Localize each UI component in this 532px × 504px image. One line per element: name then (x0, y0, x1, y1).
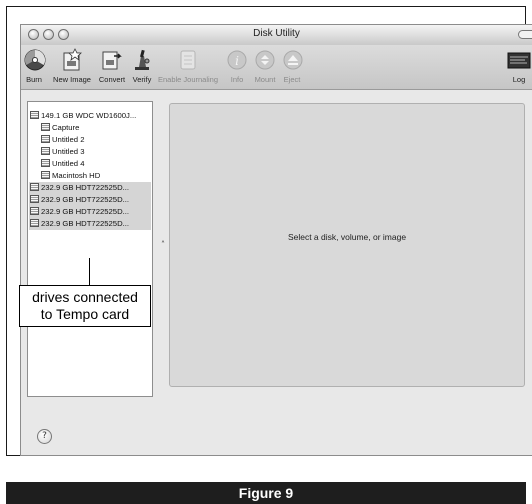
help-label: ? (42, 431, 47, 441)
convert-button[interactable]: Convert (97, 48, 127, 84)
callout-leader-line (89, 258, 90, 286)
hard-disk-icon (30, 183, 39, 191)
hard-disk-icon (30, 195, 39, 203)
enable-journaling-label: Enable Journaling (157, 75, 219, 84)
volume-item-label: Untitled 2 (52, 135, 85, 144)
help-button[interactable]: ? (37, 429, 52, 444)
title-bar: Disk Utility (21, 25, 532, 46)
eject-label: Eject (283, 75, 301, 84)
hard-disk-icon (30, 207, 39, 215)
disk-item-label: 232.9 GB HDT722525D... (41, 183, 130, 192)
volume-item-label: Capture (52, 123, 80, 132)
volume-icon (41, 159, 50, 167)
callout-line-1: drives connected (32, 289, 138, 305)
enable-journaling-icon (180, 50, 196, 70)
toolbar-toggle-button[interactable] (518, 30, 532, 39)
disk-item-label: 232.9 GB HDT722525D... (41, 207, 130, 216)
convert-label: Convert (98, 75, 126, 84)
log-icon (507, 52, 531, 69)
verify-icon (135, 49, 150, 70)
new-image-button[interactable]: New Image (49, 48, 95, 84)
window-title: Disk Utility (253, 28, 300, 39)
burn-icon (24, 49, 46, 71)
verify-label: Verify (132, 75, 152, 84)
convert-icon (102, 51, 122, 70)
log-button[interactable]: Log (507, 48, 531, 84)
volume-item[interactable]: Macintosh HD (41, 170, 100, 182)
hard-disk-icon (30, 219, 39, 227)
volume-icon (41, 147, 50, 155)
mount-label: Mount (254, 75, 276, 84)
volume-icon (41, 135, 50, 143)
volume-item-label: Untitled 4 (52, 159, 85, 168)
enable-journaling-button[interactable]: Enable Journaling (157, 48, 219, 84)
hard-disk-icon (30, 111, 39, 119)
figure-caption: Figure 9 (6, 482, 526, 504)
callout-line-2: to Tempo card (40, 306, 130, 322)
disk-item-label: 232.9 GB HDT722525D... (41, 195, 130, 204)
split-view-handle[interactable]: ˄ (161, 240, 165, 249)
volume-item[interactable]: Untitled 4 (41, 158, 84, 170)
disk-item[interactable]: 149.1 GB WDC WD1600J... (30, 110, 136, 122)
svg-text:i: i (235, 54, 239, 68)
info-button[interactable]: i Info (225, 48, 249, 84)
burn-button[interactable]: Burn (23, 48, 46, 84)
volume-item[interactable]: Capture (41, 122, 79, 134)
mount-button[interactable]: Mount (251, 48, 279, 84)
disk-item-label: 149.1 GB WDC WD1600J... (41, 111, 137, 120)
disk-item[interactable]: 232.9 GB HDT722525D... (29, 194, 151, 206)
volume-item-label: Macintosh HD (52, 171, 101, 180)
empty-state-message: Select a disk, volume, or image (287, 232, 407, 242)
new-image-icon (63, 48, 82, 71)
volume-item[interactable]: Untitled 2 (41, 134, 84, 146)
eject-icon (283, 50, 303, 70)
detail-pane: Select a disk, volume, or image (169, 103, 525, 387)
mount-icon (255, 50, 275, 70)
disk-utility-window: Disk Utility Burn New Image Convert Veri… (20, 24, 532, 456)
verify-button[interactable]: Verify (129, 48, 155, 84)
toolbar: Burn New Image Convert Verify Enable Jou… (21, 45, 532, 90)
log-label: Log (512, 75, 526, 84)
disk-item[interactable]: 232.9 GB HDT722525D... (29, 218, 151, 230)
volume-item[interactable]: Untitled 3 (41, 146, 84, 158)
eject-button[interactable]: Eject (281, 48, 303, 84)
volume-item-label: Untitled 3 (52, 147, 85, 156)
disk-list: 149.1 GB WDC WD1600J... Capture Untitled… (27, 101, 153, 397)
disk-item-label: 232.9 GB HDT722525D... (41, 219, 130, 228)
volume-icon (41, 171, 50, 179)
disk-item[interactable]: 232.9 GB HDT722525D... (29, 206, 151, 218)
burn-label: Burn (26, 75, 42, 84)
new-image-label: New Image (53, 75, 91, 84)
callout-box: drives connected to Tempo card (19, 285, 151, 327)
disk-item[interactable]: 232.9 GB HDT722525D... (29, 182, 151, 194)
info-icon: i (227, 50, 247, 70)
info-label: Info (230, 75, 244, 84)
volume-icon (41, 123, 50, 131)
